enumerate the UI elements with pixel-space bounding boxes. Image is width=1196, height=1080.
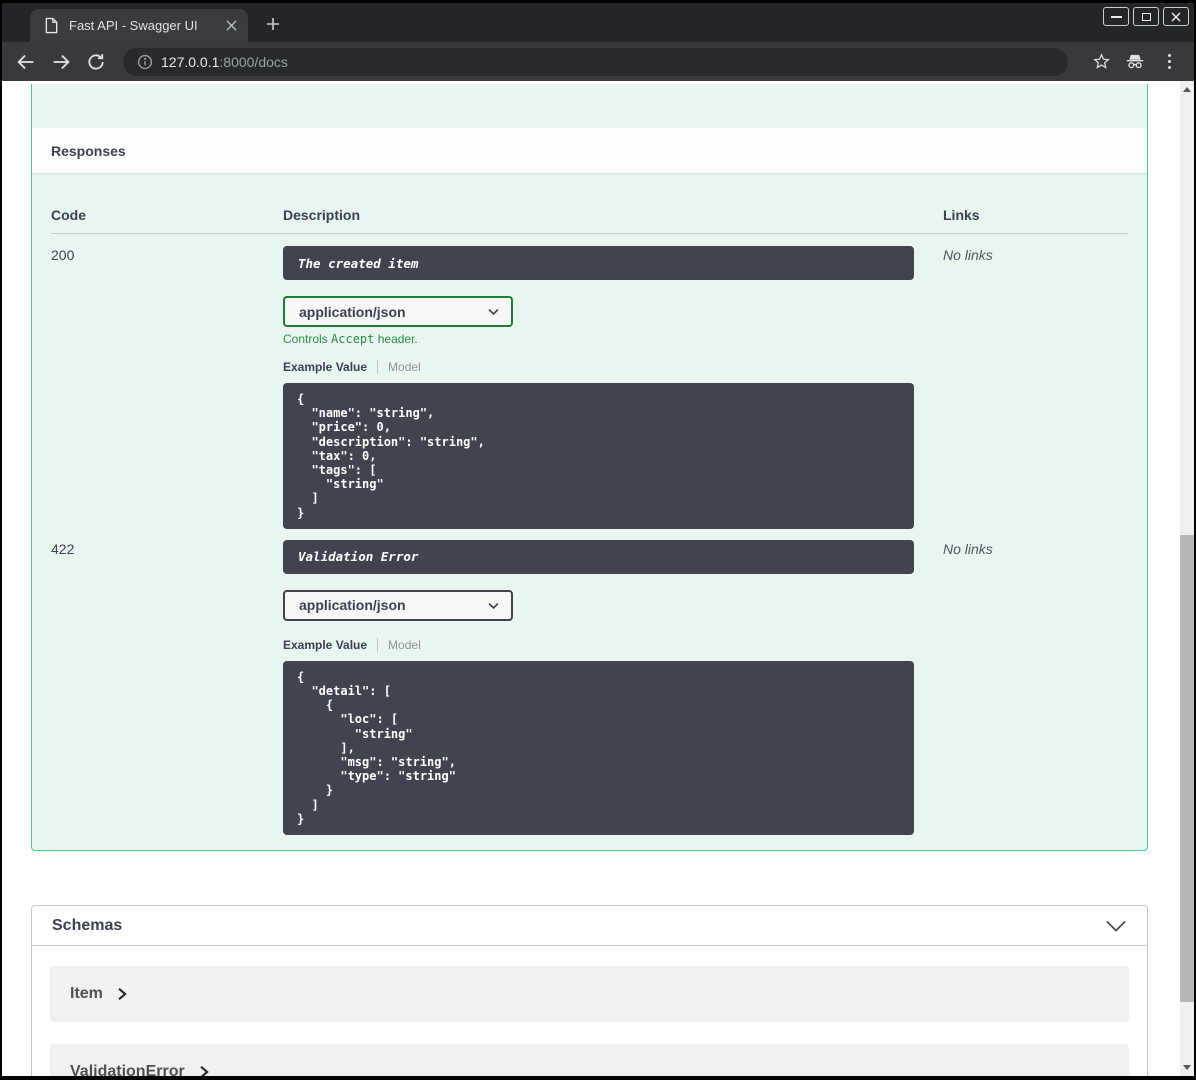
page-content: Responses Code Description Links 200 The… xyxy=(2,81,1194,1076)
media-type-select[interactable]: application/json xyxy=(283,589,513,621)
url-host: 127.0.0.1 xyxy=(161,53,220,70)
tab-example-value[interactable]: Example Value xyxy=(283,638,367,652)
note-suffix: header. xyxy=(374,332,418,346)
response-description-text: Validation Error xyxy=(298,549,419,565)
chevron-right-icon xyxy=(118,988,127,1001)
back-icon xyxy=(17,54,34,69)
response-code: 422 xyxy=(51,540,75,557)
back-button[interactable] xyxy=(12,48,40,76)
responses-section-header: Responses xyxy=(32,128,1147,173)
response-links: No links xyxy=(943,540,993,557)
vertical-scrollbar[interactable] xyxy=(1180,81,1194,1076)
tab-model[interactable]: Model xyxy=(388,360,421,374)
responses-table: Code Description Links 200 The created i… xyxy=(32,173,1147,850)
tab-divider xyxy=(377,360,379,374)
address-bar[interactable]: 127.0.0.1:8000/docs xyxy=(123,47,1068,76)
response-description-text: The created item xyxy=(298,255,419,271)
column-header-links: Links xyxy=(943,207,980,223)
tab-title: Fast API - Swagger UI xyxy=(69,18,198,33)
scroll-up-icon[interactable] xyxy=(1183,87,1191,92)
maximize-icon xyxy=(1141,12,1151,21)
media-type-value: application/json xyxy=(299,597,406,614)
response-description-cell: The created item application/json Contro… xyxy=(283,246,943,529)
swagger-page: Responses Code Description Links 200 The… xyxy=(2,81,1180,1076)
chevron-down-icon xyxy=(488,602,499,609)
responses-table-header: Code Description Links xyxy=(51,193,1128,234)
incognito-icon xyxy=(1126,54,1144,68)
kebab-menu-icon xyxy=(1167,54,1171,69)
close-button[interactable] xyxy=(1163,7,1189,26)
response-row-422: 422 Validation Error application/json Ex… xyxy=(51,529,1128,836)
column-header-code: Code xyxy=(51,207,86,223)
response-code: 200 xyxy=(51,247,75,263)
forward-icon xyxy=(53,54,70,69)
response-links: No links xyxy=(943,247,993,263)
response-description-box: Validation Error xyxy=(283,539,914,574)
tab-close-icon[interactable] xyxy=(222,17,240,35)
model-item[interactable]: Item xyxy=(50,966,1129,1023)
window-controls xyxy=(1103,7,1189,26)
model-example-tabs: Example Value Model xyxy=(283,637,943,652)
url-text: 127.0.0.1:8000/docs xyxy=(161,54,288,70)
schemas-title: Schemas xyxy=(52,916,123,934)
browser-window: Fast API - Swagger UI 127.0.0.1:8000/doc… xyxy=(2,3,1194,1076)
browser-toolbar: 127.0.0.1:8000/docs xyxy=(2,42,1194,81)
browser-tab[interactable]: Fast API - Swagger UI xyxy=(30,9,248,42)
incognito-badge xyxy=(1120,48,1150,76)
accept-header-note: Controls Accept header. xyxy=(283,332,943,346)
chevron-down-icon xyxy=(488,309,499,316)
schemas-section: Schemas Item ValidationError xyxy=(31,905,1148,1076)
reload-button[interactable] xyxy=(82,48,110,76)
model-name: Item xyxy=(70,985,103,1003)
media-type-select[interactable]: application/json xyxy=(283,296,513,327)
example-json-block: { "name": "string", "price": 0, "descrip… xyxy=(283,383,914,529)
note-prefix: Controls xyxy=(283,332,332,346)
url-path: :8000/docs xyxy=(219,53,288,70)
model-name: ValidationError xyxy=(70,1063,185,1076)
minimize-button[interactable] xyxy=(1103,7,1129,26)
responses-opblock: Responses Code Description Links 200 The… xyxy=(31,84,1148,852)
star-icon xyxy=(1092,53,1110,69)
scrollbar-thumb[interactable] xyxy=(1180,535,1194,1002)
browser-menu-button[interactable] xyxy=(1154,48,1184,76)
chevron-right-icon xyxy=(200,1066,209,1076)
maximize-button[interactable] xyxy=(1133,7,1159,26)
example-json-block: { "detail": [ { "loc": [ "string" ], "ms… xyxy=(283,660,914,836)
page-favicon-icon xyxy=(45,17,58,34)
new-tab-button[interactable] xyxy=(262,13,284,35)
response-description-box: The created item xyxy=(283,246,914,280)
minimize-icon xyxy=(1110,15,1122,18)
model-item[interactable]: ValidationError xyxy=(50,1044,1129,1076)
reload-icon xyxy=(88,53,104,70)
models-list: Item ValidationError xyxy=(32,946,1147,1076)
response-description-cell: Validation Error application/json Exampl… xyxy=(283,539,943,836)
tab-divider xyxy=(377,637,379,652)
tab-model[interactable]: Model xyxy=(388,638,421,652)
media-type-value: application/json xyxy=(299,303,406,320)
chevron-down-icon[interactable] xyxy=(1105,919,1127,933)
scroll-down-icon[interactable] xyxy=(1183,1065,1191,1070)
column-header-description: Description xyxy=(283,207,361,223)
site-info-icon[interactable] xyxy=(137,54,153,70)
tab-bar: Fast API - Swagger UI xyxy=(2,3,1194,42)
opblock-spacer xyxy=(32,84,1147,128)
response-row-200: 200 The created item application/json Co… xyxy=(51,234,1128,529)
tab-example-value[interactable]: Example Value xyxy=(283,360,367,374)
note-code: Accept xyxy=(331,332,375,346)
close-icon xyxy=(1171,11,1181,22)
bookmark-button[interactable] xyxy=(1086,48,1116,76)
responses-title: Responses xyxy=(51,142,126,159)
schemas-header[interactable]: Schemas xyxy=(32,906,1147,947)
model-example-tabs: Example Value Model xyxy=(283,360,943,374)
forward-button[interactable] xyxy=(47,48,75,76)
